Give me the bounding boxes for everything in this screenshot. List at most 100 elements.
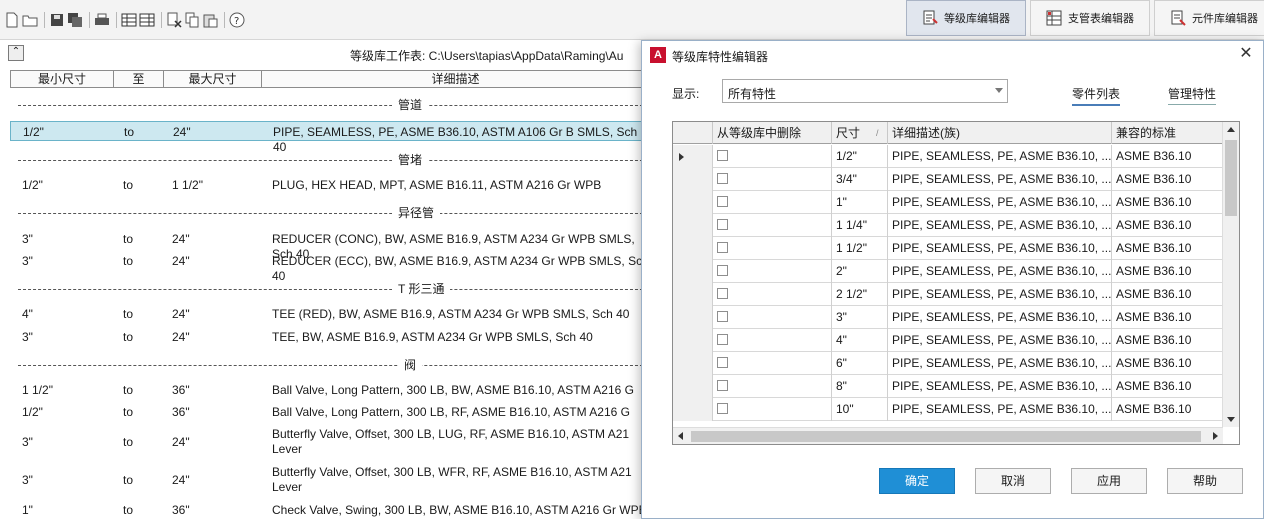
table-row[interactable]: 3" to 24" Butterfly Valve, Offset, 300 L…	[10, 426, 650, 460]
copy-icon[interactable]	[184, 12, 200, 28]
standard-cell[interactable]: ASME B36.10	[1112, 352, 1223, 375]
scroll-thumb[interactable]	[691, 431, 1201, 442]
table-row[interactable]: 10" PIPE, SEAMLESS, PE, ASME B36.10, ... A…	[673, 398, 1223, 421]
tab-branch-table-editor[interactable]: 支管表编辑器	[1030, 0, 1150, 36]
description-cell[interactable]: PIPE, SEAMLESS, PE, ASME B36.10, ...	[888, 237, 1112, 260]
row-header[interactable]	[673, 283, 713, 306]
description-cell[interactable]: PIPE, SEAMLESS, PE, ASME B36.10, ...	[888, 375, 1112, 398]
standard-cell[interactable]: ASME B36.10	[1112, 237, 1223, 260]
standard-cell[interactable]: ASME B36.10	[1112, 306, 1223, 329]
table-row[interactable]: 3" to 24" TEE, BW, ASME B16.9, ASTM A234…	[10, 328, 650, 346]
delete-checkbox[interactable]	[717, 311, 728, 322]
standard-cell[interactable]: ASME B36.10	[1112, 398, 1223, 421]
description-cell[interactable]: PIPE, SEAMLESS, PE, ASME B36.10, ...	[888, 168, 1112, 191]
save-icon[interactable]	[49, 12, 65, 28]
description-cell[interactable]: PIPE, SEAMLESS, PE, ASME B36.10, ...	[888, 145, 1112, 168]
table-row[interactable]: 1" PIPE, SEAMLESS, PE, ASME B36.10, ... AS…	[673, 191, 1223, 214]
row-header[interactable]	[673, 398, 713, 421]
horizontal-scrollbar[interactable]	[673, 427, 1223, 444]
scroll-right-icon[interactable]	[1213, 432, 1218, 440]
size-cell[interactable]: 1"	[832, 191, 888, 214]
help-button[interactable]: 帮助	[1167, 468, 1243, 494]
description-cell[interactable]: PIPE, SEAMLESS, PE, ASME B36.10, ...	[888, 329, 1112, 352]
close-icon[interactable]: ✕	[1237, 45, 1255, 63]
table-row[interactable]: 1 1/2" to 36" Ball Valve, Long Pattern, …	[10, 381, 650, 399]
table-row[interactable]: 1/2" to 1 1/2" PLUG, HEX HEAD, MPT, ASME…	[10, 176, 650, 194]
description-cell[interactable]: PIPE, SEAMLESS, PE, ASME B36.10, ...	[888, 260, 1112, 283]
row-header[interactable]	[673, 375, 713, 398]
standard-cell[interactable]: ASME B36.10	[1112, 145, 1223, 168]
delete-checkbox[interactable]	[717, 219, 728, 230]
col-max-size[interactable]: 最大尺寸	[164, 71, 262, 87]
table-edit-icon[interactable]	[139, 12, 155, 28]
paste-icon[interactable]	[202, 12, 218, 28]
description-cell[interactable]: PIPE, SEAMLESS, PE, ASME B36.10, ...	[888, 214, 1112, 237]
col-description-family[interactable]: 详细描述(族)	[888, 122, 1112, 144]
table-row[interactable]: 8" PIPE, SEAMLESS, PE, ASME B36.10, ... AS…	[673, 375, 1223, 398]
col-description[interactable]: 详细描述	[262, 71, 649, 87]
table-row[interactable]: 4" PIPE, SEAMLESS, PE, ASME B36.10, ... AS…	[673, 329, 1223, 352]
table-row[interactable]: 2" PIPE, SEAMLESS, PE, ASME B36.10, ... AS…	[673, 260, 1223, 283]
description-cell[interactable]: PIPE, SEAMLESS, PE, ASME B36.10, ...	[888, 352, 1112, 375]
scroll-left-icon[interactable]	[678, 432, 683, 440]
delete-checkbox[interactable]	[717, 334, 728, 345]
new-file-icon[interactable]	[4, 12, 20, 28]
show-filter-select[interactable]: 所有特性	[722, 79, 1008, 103]
table-row[interactable]: 6" PIPE, SEAMLESS, PE, ASME B36.10, ... AS…	[673, 352, 1223, 375]
ok-button[interactable]: 确定	[879, 468, 955, 494]
table-row[interactable]: 1/2" PIPE, SEAMLESS, PE, ASME B36.10, ...…	[673, 145, 1223, 168]
row-header[interactable]	[673, 352, 713, 375]
scroll-down-icon[interactable]	[1227, 417, 1235, 422]
table-row[interactable]: 3" PIPE, SEAMLESS, PE, ASME B36.10, ... AS…	[673, 306, 1223, 329]
col-min-size[interactable]: 最小尺寸	[11, 71, 114, 87]
standard-cell[interactable]: ASME B36.10	[1112, 168, 1223, 191]
size-cell[interactable]: 1 1/2"	[832, 237, 888, 260]
standard-cell[interactable]: ASME B36.10	[1112, 375, 1223, 398]
row-header[interactable]	[673, 168, 713, 191]
row-header[interactable]	[673, 260, 713, 283]
delete-checkbox[interactable]	[717, 357, 728, 368]
size-cell[interactable]: 3/4"	[832, 168, 888, 191]
size-cell[interactable]: 10"	[832, 398, 888, 421]
table-row[interactable]: 1/2" to 24" PIPE, SEAMLESS, PE, ASME B36…	[10, 121, 650, 154]
col-compatible-standard[interactable]: 兼容的标准	[1112, 122, 1223, 144]
delete-checkbox[interactable]	[717, 380, 728, 391]
tab-catalog-editor[interactable]: 元件库编辑器	[1154, 0, 1264, 36]
print-icon[interactable]	[94, 12, 110, 28]
tab-spec-editor[interactable]: 等级库编辑器	[906, 0, 1026, 36]
row-header[interactable]	[673, 214, 713, 237]
size-cell[interactable]: 3"	[832, 306, 888, 329]
table-row[interactable]: 3" to 24" Butterfly Valve, Offset, 300 L…	[10, 464, 650, 498]
size-cell[interactable]: 6"	[832, 352, 888, 375]
vertical-scrollbar[interactable]	[1222, 122, 1239, 427]
scroll-up-icon[interactable]	[1227, 127, 1235, 132]
table-row[interactable]: 3" to 24" REDUCER (ECC), BW, ASME B16.9,…	[10, 252, 650, 283]
size-cell[interactable]: 1 1/4"	[832, 214, 888, 237]
standard-cell[interactable]: ASME B36.10	[1112, 283, 1223, 306]
table-row[interactable]: 1" to 36" Check Valve, Swing, 300 LB, BW…	[10, 501, 650, 519]
description-cell[interactable]: PIPE, SEAMLESS, PE, ASME B36.10, ...	[888, 306, 1112, 329]
tab-manage-properties[interactable]: 管理特性	[1168, 85, 1217, 105]
delete-checkbox[interactable]	[717, 173, 728, 184]
scroll-thumb[interactable]	[1225, 140, 1237, 216]
row-header[interactable]	[673, 237, 713, 260]
size-cell[interactable]: 2 1/2"	[832, 283, 888, 306]
save-all-icon[interactable]	[67, 12, 83, 28]
delete-checkbox[interactable]	[717, 196, 728, 207]
table-row[interactable]: 3" to 24" REDUCER (CONC), BW, ASME B16.9…	[10, 230, 650, 261]
cancel-button[interactable]: 取消	[975, 468, 1051, 494]
col-to[interactable]: 至	[114, 71, 164, 87]
size-cell[interactable]: 2"	[832, 260, 888, 283]
table-row[interactable]: 1 1/4" PIPE, SEAMLESS, PE, ASME B36.10, .…	[673, 214, 1223, 237]
open-folder-icon[interactable]	[22, 12, 38, 28]
delete-checkbox[interactable]	[717, 265, 728, 276]
col-delete-from-spec[interactable]: 从等级库中删除	[713, 122, 832, 144]
table-row[interactable]: 3/4" PIPE, SEAMLESS, PE, ASME B36.10, ...…	[673, 168, 1223, 191]
row-header[interactable]	[673, 306, 713, 329]
row-header[interactable]	[673, 145, 713, 168]
delete-checkbox[interactable]	[717, 288, 728, 299]
description-cell[interactable]: PIPE, SEAMLESS, PE, ASME B36.10, ...	[888, 398, 1112, 421]
tab-parts-list[interactable]: 零件列表	[1072, 85, 1121, 106]
table-row[interactable]: 2 1/2" PIPE, SEAMLESS, PE, ASME B36.10, .…	[673, 283, 1223, 306]
apply-button[interactable]: 应用	[1071, 468, 1147, 494]
